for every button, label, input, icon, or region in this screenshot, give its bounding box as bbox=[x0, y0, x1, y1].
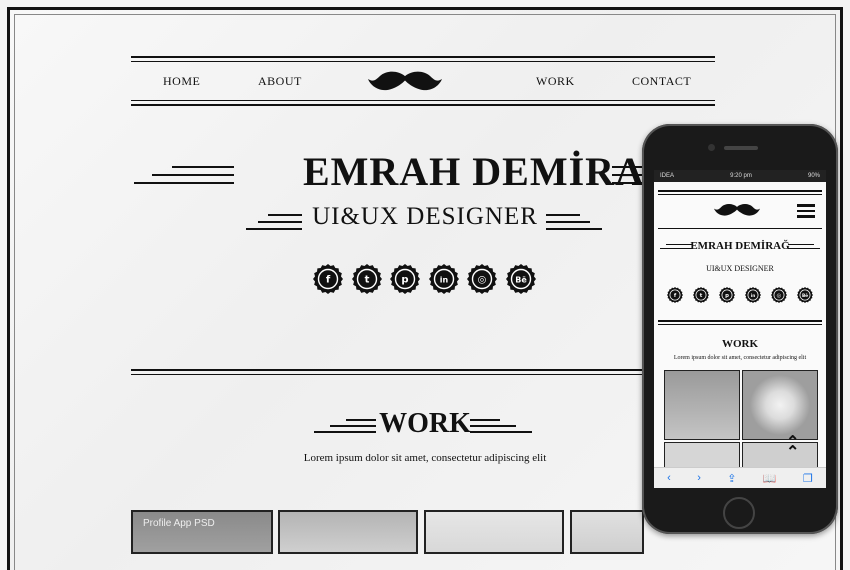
safari-toolbar: ‹ › ⇪ 📖 ❐ bbox=[654, 467, 826, 488]
svg-text:◎: ◎ bbox=[478, 275, 487, 286]
back-icon[interactable]: ‹ bbox=[667, 472, 671, 484]
nav-bottom-rule-thin bbox=[131, 100, 715, 101]
m-behance-icon[interactable]: Bē bbox=[797, 287, 813, 303]
m-hero-role: UI&UX DESIGNER bbox=[706, 264, 774, 273]
svg-text:in: in bbox=[439, 276, 448, 285]
nav-home[interactable]: HOME bbox=[163, 74, 200, 89]
nav-work[interactable]: WORK bbox=[536, 74, 575, 89]
m-divider-thin bbox=[658, 324, 822, 325]
clock: 9:20 pm bbox=[730, 173, 752, 179]
svg-text:t: t bbox=[364, 275, 369, 286]
m-linkedin-icon[interactable]: in bbox=[745, 287, 761, 303]
phone-mockup: IDEA 9:20 pm 90% EMRAH DEMİRAĞ UI&UX DES… bbox=[642, 124, 838, 534]
behance-icon[interactable]: Bē bbox=[505, 264, 536, 294]
work-thumb-3[interactable] bbox=[424, 510, 564, 554]
nav-bottom-rule bbox=[131, 104, 715, 106]
tabs-icon[interactable]: ❐ bbox=[803, 472, 813, 485]
dribbble-icon[interactable]: ◎ bbox=[467, 264, 497, 294]
battery: 90% bbox=[807, 173, 820, 179]
svg-text:Bē: Bē bbox=[515, 276, 527, 285]
svg-text:in: in bbox=[751, 293, 755, 299]
work-thumb-1[interactable]: Profile App PSD bbox=[131, 510, 273, 554]
m-divider bbox=[658, 320, 822, 322]
facebook-icon[interactable]: f bbox=[313, 264, 343, 294]
work-thumb-2[interactable] bbox=[278, 510, 418, 554]
m-work-thumb-1[interactable] bbox=[664, 370, 740, 440]
m-work-title: WORK bbox=[721, 338, 759, 350]
m-facebook-icon[interactable]: f bbox=[667, 287, 683, 303]
hero-role: UI&UX DESIGNER bbox=[312, 203, 538, 230]
pinterest-icon[interactable]: p bbox=[390, 264, 420, 294]
mustache-logo[interactable] bbox=[368, 68, 442, 96]
carrier: IDEA bbox=[660, 173, 675, 179]
thumb-label: Profile App PSD bbox=[143, 518, 215, 529]
svg-text:f: f bbox=[326, 275, 331, 286]
section-divider bbox=[131, 369, 715, 371]
work-subtitle: Lorem ipsum dolor sit amet, consectetur … bbox=[303, 452, 547, 464]
phone-speaker bbox=[724, 146, 758, 150]
m-rule bbox=[658, 228, 822, 229]
work-thumb-4[interactable] bbox=[570, 510, 644, 554]
m-rule bbox=[658, 194, 822, 195]
m-hero-name: EMRAH DEMİRAĞ bbox=[690, 240, 790, 252]
svg-text:p: p bbox=[725, 293, 729, 299]
m-twitter-icon[interactable]: t bbox=[693, 287, 709, 303]
svg-text:Bē: Bē bbox=[802, 293, 808, 299]
m-mustache-logo[interactable] bbox=[714, 202, 760, 224]
nav-top-rule-thin bbox=[131, 61, 715, 62]
svg-text:t: t bbox=[700, 293, 703, 299]
nav-about[interactable]: ABOUT bbox=[258, 74, 302, 89]
scroll-top-icon[interactable]: ⌃ ⌃ bbox=[786, 435, 799, 461]
m-dribbble-icon[interactable]: ◎ bbox=[771, 287, 787, 303]
phone-home-button[interactable] bbox=[723, 497, 755, 529]
share-icon[interactable]: ⇪ bbox=[727, 472, 736, 485]
hamburger-menu-icon[interactable] bbox=[797, 204, 815, 218]
nav-contact[interactable]: CONTACT bbox=[632, 74, 691, 89]
section-divider-thin bbox=[131, 374, 715, 375]
phone-camera bbox=[708, 144, 715, 151]
svg-text:p: p bbox=[401, 275, 408, 286]
m-rule bbox=[658, 190, 822, 192]
bookmarks-icon[interactable]: 📖 bbox=[763, 472, 777, 485]
twitter-icon[interactable]: t bbox=[351, 264, 382, 294]
linkedin-icon[interactable]: in bbox=[428, 264, 459, 294]
phone-screen: IDEA 9:20 pm 90% EMRAH DEMİRAĞ UI&UX DES… bbox=[654, 170, 826, 488]
forward-icon[interactable]: › bbox=[697, 472, 701, 484]
nav-top-rule bbox=[131, 56, 715, 58]
m-work-subtitle: Lorem ipsum dolor sit amet, consectetur … bbox=[673, 355, 807, 361]
svg-text:◎: ◎ bbox=[777, 293, 782, 299]
m-work-thumb-2[interactable] bbox=[742, 370, 818, 440]
work-title: WORK bbox=[379, 408, 471, 439]
m-pinterest-icon[interactable]: p bbox=[719, 287, 735, 303]
status-bar: IDEA 9:20 pm 90% bbox=[654, 170, 826, 182]
